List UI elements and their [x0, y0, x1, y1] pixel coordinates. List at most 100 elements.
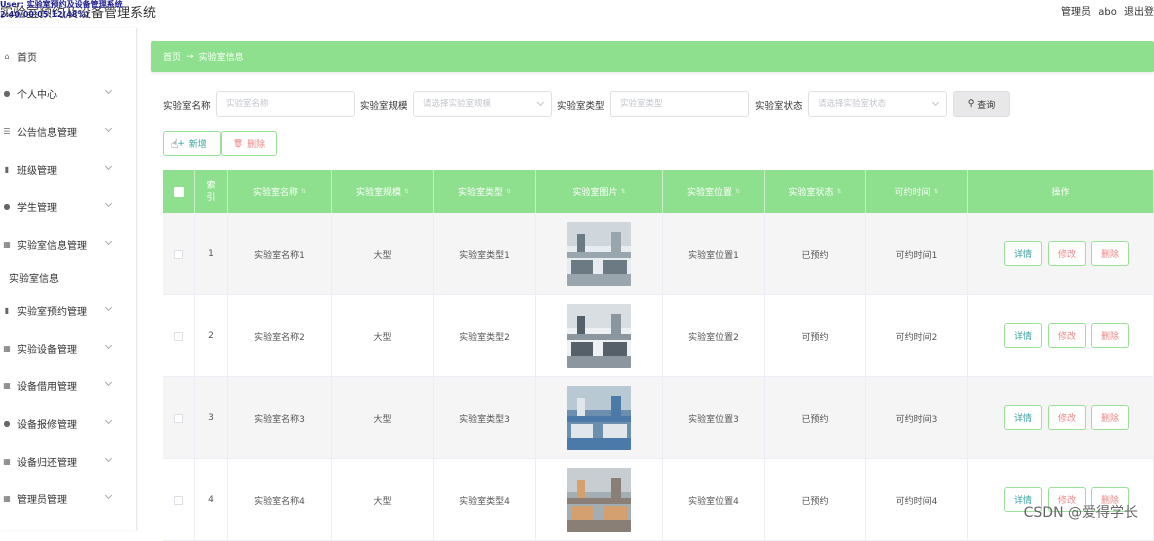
- cell-type: 实验室类型3: [434, 377, 536, 459]
- sidebar-item-label: 管理员管理: [17, 491, 67, 506]
- cell-index: 4: [195, 459, 228, 541]
- name-input[interactable]: 实验室名称: [216, 91, 355, 117]
- trash-icon: 🗑: [233, 139, 243, 148]
- chevron-down-icon: [105, 492, 112, 499]
- cell-time: 可约时间3: [866, 377, 968, 459]
- sidebar-subitem-lab-info[interactable]: 实验室信息: [9, 270, 59, 285]
- column-header[interactable]: 实验室规模⇅: [332, 170, 434, 213]
- lab-image-cell: [536, 459, 663, 541]
- cell-name: 实验室名称4: [228, 459, 332, 541]
- column-header: 操作: [968, 170, 1154, 213]
- sidebar-item-8[interactable]: ▦设备借用管理: [0, 370, 137, 400]
- sort-icon: ⇅: [404, 188, 409, 195]
- cell-time: 可约时间1: [866, 213, 968, 295]
- sidebar-item-label: 设备报修管理: [17, 416, 77, 431]
- overlay-line2: 2:40/00:05:12(48%): [0, 10, 123, 20]
- scale-label: 实验室规模: [360, 98, 408, 112]
- row-checkbox[interactable]: [174, 496, 183, 505]
- status-select[interactable]: 请选择实验室状态: [808, 91, 947, 117]
- row-checkbox-cell: [163, 295, 195, 377]
- chevron-down-icon: [105, 455, 112, 462]
- column-header[interactable]: 可约时间⇅: [866, 170, 968, 213]
- column-header-label: 可约时间: [894, 185, 930, 198]
- edit-button[interactable]: 修改: [1048, 323, 1086, 348]
- lab-photo: [567, 468, 631, 532]
- row-checkbox[interactable]: [174, 250, 183, 259]
- column-header[interactable]: 实验室图片⇅: [536, 170, 663, 213]
- select-all-checkbox[interactable]: [174, 187, 184, 197]
- batch-delete-button[interactable]: 🗑 删除: [221, 131, 277, 156]
- grid-icon: ▦: [0, 240, 14, 249]
- column-header[interactable]: 实验室名称⇅: [228, 170, 332, 213]
- column-header[interactable]: 实验室类型⇅: [434, 170, 536, 213]
- scale-select[interactable]: 请选择实验室规模: [413, 91, 552, 117]
- sidebar-item-4[interactable]: ●学生管理: [0, 191, 137, 221]
- sidebar-item-10[interactable]: ▦设备归还管理: [0, 446, 137, 476]
- lab-photo: [567, 222, 631, 286]
- sidebar-item-label: 实验室信息管理: [17, 237, 87, 252]
- sidebar-item-9[interactable]: ●设备报修管理: [0, 408, 137, 438]
- sidebar-item-label: 实验设备管理: [17, 341, 77, 356]
- column-header[interactable]: 实验室位置⇅: [663, 170, 765, 213]
- cell-index: 1: [195, 213, 228, 295]
- query-button[interactable]: ⚲ 查询: [953, 91, 1010, 117]
- detail-button[interactable]: 详情: [1004, 405, 1042, 430]
- column-header[interactable]: 实验室状态⇅: [765, 170, 866, 213]
- row-checkbox-cell: [163, 377, 195, 459]
- column-header-label: 实验室图片: [572, 185, 617, 198]
- row-checkbox[interactable]: [174, 332, 183, 341]
- row-checkbox-cell: [163, 459, 195, 541]
- sidebar-item-label: 设备借用管理: [17, 378, 77, 393]
- logout-link[interactable]: 退出登: [1124, 7, 1154, 18]
- column-header-label: 索引: [205, 180, 217, 204]
- sidebar-item-7[interactable]: ▦实验设备管理: [0, 333, 137, 363]
- sort-icon: ⇅: [301, 188, 306, 195]
- edit-button[interactable]: 修改: [1048, 405, 1086, 430]
- lab-photo: [567, 304, 631, 368]
- chevron-down-icon: [105, 200, 112, 207]
- sidebar-item-2[interactable]: ☰公告信息管理: [0, 116, 137, 146]
- bar-chart-icon: ▮: [0, 165, 14, 174]
- detail-button[interactable]: 详情: [1004, 241, 1042, 266]
- cell-status: 已预约: [765, 459, 866, 541]
- row-delete-button[interactable]: 删除: [1091, 323, 1129, 348]
- chevron-down-icon: [932, 99, 939, 106]
- sort-icon: ⇅: [933, 188, 938, 195]
- sidebar-item-1[interactable]: ●个人中心: [0, 78, 137, 108]
- cell-scale: 大型: [332, 377, 434, 459]
- row-delete-button[interactable]: 删除: [1091, 405, 1129, 430]
- column-header[interactable]: 索引: [195, 170, 228, 213]
- type-input[interactable]: 实验室类型: [610, 91, 749, 117]
- sidebar-item-6[interactable]: ▮实验室预约管理: [0, 295, 137, 325]
- table-row: 2实验室名称2大型实验室类型2实验室位置2可预约可约时间2详情修改删除: [163, 295, 1154, 377]
- column-header-label: 实验室名称: [253, 185, 298, 198]
- list-icon: ☰: [0, 127, 14, 136]
- column-header-label: 操作: [1051, 185, 1069, 198]
- sidebar-item-0[interactable]: ⌂首页: [0, 41, 137, 71]
- admin-role-label: 管理员: [1061, 7, 1091, 18]
- detail-button[interactable]: 详情: [1004, 323, 1042, 348]
- cell-type: 实验室类型1: [434, 213, 536, 295]
- edit-button[interactable]: 修改: [1048, 241, 1086, 266]
- breadcrumb-home[interactable]: 首页: [163, 50, 181, 63]
- sidebar-item-5[interactable]: ▦实验室信息管理: [0, 229, 137, 259]
- mouse-cursor-icon: ☝: [171, 137, 178, 151]
- user-icon: ●: [0, 419, 14, 428]
- sidebar-item-11[interactable]: ▦管理员管理: [0, 483, 137, 513]
- sidebar-item-label: 首页: [17, 49, 37, 64]
- home-icon: ⌂: [0, 52, 14, 61]
- sidebar-item-3[interactable]: ▮班级管理: [0, 154, 137, 184]
- row-checkbox[interactable]: [174, 414, 183, 423]
- user-icon: ●: [0, 89, 14, 98]
- sort-icon: ⇅: [620, 188, 625, 195]
- table-row: 3实验室名称3大型实验室类型3实验室位置3已预约可约时间3详情修改删除: [163, 377, 1154, 459]
- admin-username: abo: [1098, 7, 1117, 18]
- cell-index: 2: [195, 295, 228, 377]
- grid-icon: ▦: [0, 457, 14, 466]
- row-delete-button[interactable]: 删除: [1091, 241, 1129, 266]
- add-button-label: 新增: [189, 137, 207, 150]
- cell-location: 实验室位置2: [663, 295, 765, 377]
- cell-status: 可预约: [765, 295, 866, 377]
- sort-icon: ⇅: [836, 188, 841, 195]
- plus-icon: +: [177, 139, 185, 149]
